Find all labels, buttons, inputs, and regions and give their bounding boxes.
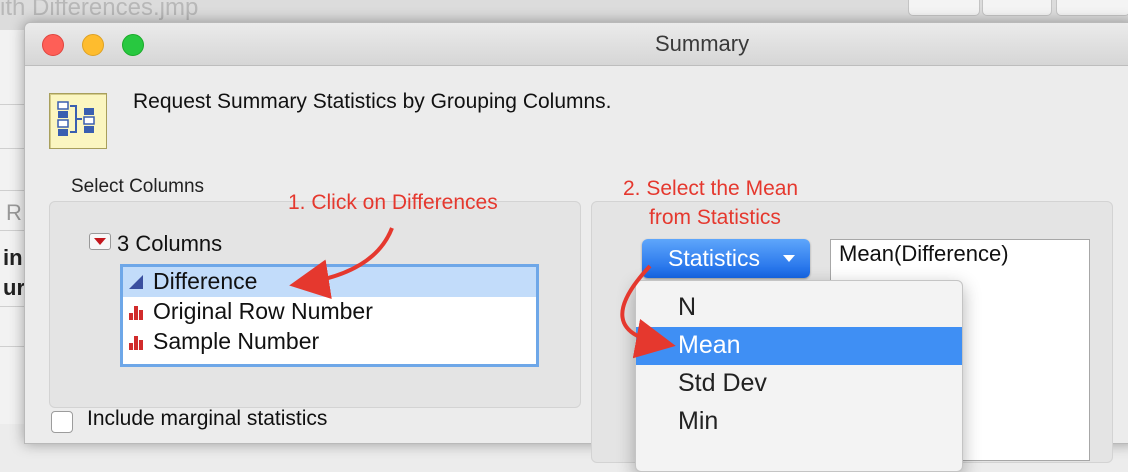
arrow-to-difference [289, 227, 394, 300]
arrow-to-mean [620, 264, 676, 359]
annotation-arrows [289, 227, 676, 359]
